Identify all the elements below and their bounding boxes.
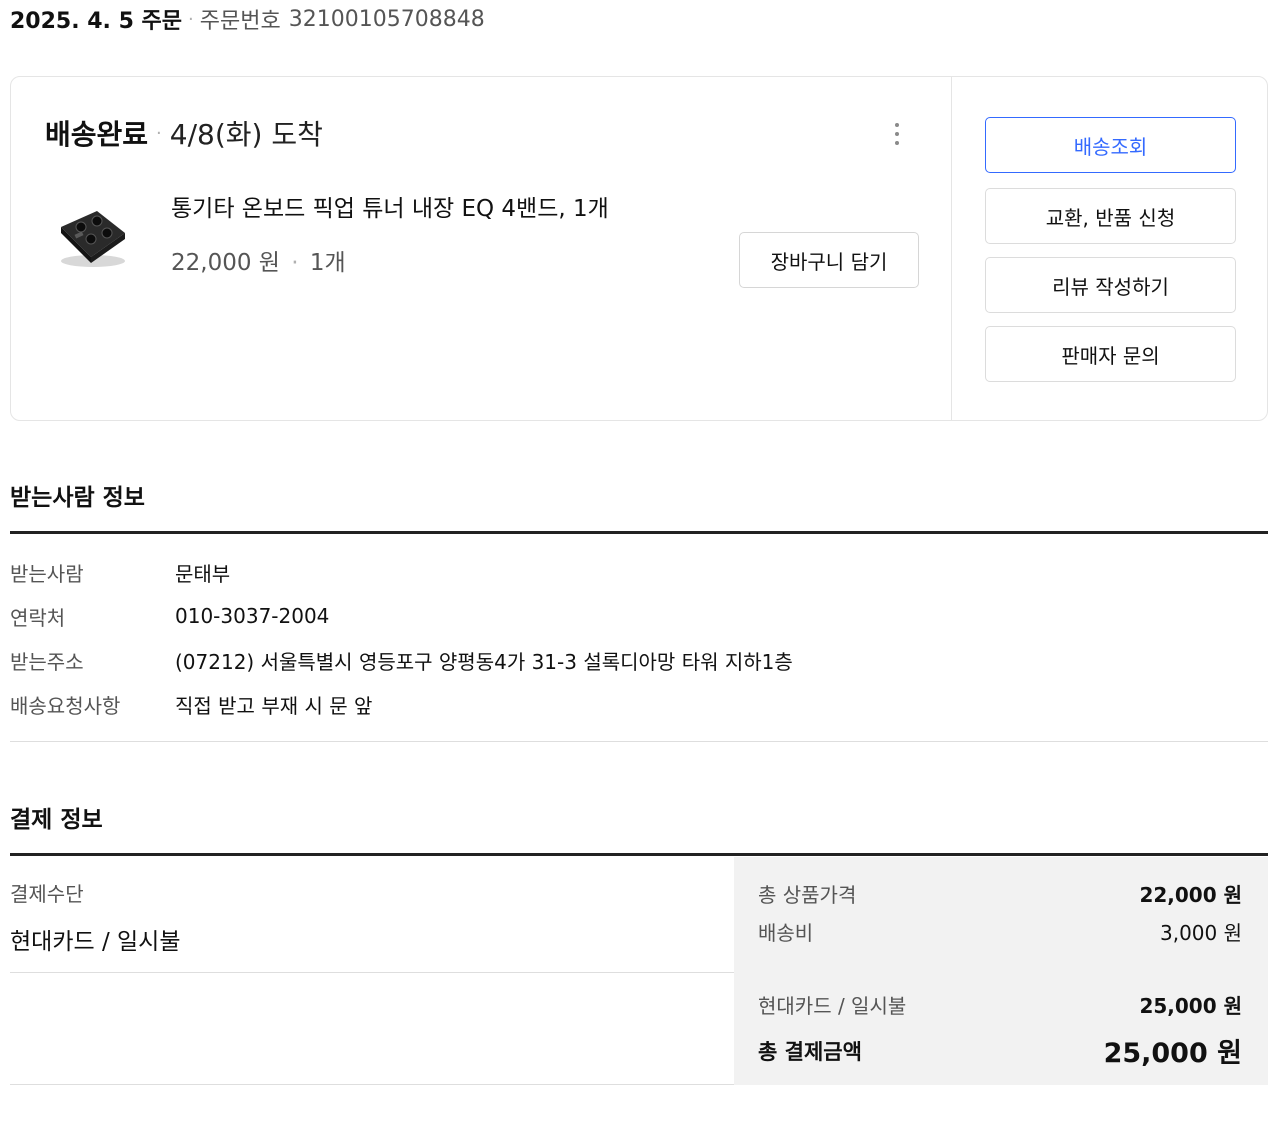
section-divider — [10, 531, 1268, 534]
card-payment-line: 현대카드 / 일시불 25,000 원 — [758, 990, 1242, 1019]
payment-method-label: 결제수단 — [10, 882, 84, 906]
order-header: 2025. 4. 5 주문 · 주문번호 32100105708848 — [10, 4, 485, 35]
total-payment-value: 25,000 원 — [1103, 1038, 1242, 1069]
product-name[interactable]: 통기타 온보드 픽업 튜너 내장 EQ 4밴드, 1개 — [171, 189, 609, 223]
delivery-request-value: 직접 받고 부재 시 문 앞 — [175, 693, 373, 718]
add-to-cart-button[interactable]: 장바구니 담기 — [739, 232, 919, 288]
payment-method-value: 현대카드 / 일시불 — [10, 929, 181, 955]
shipping-fee-line: 배송비 3,000 원 — [758, 917, 1242, 946]
separator-dot: · — [188, 8, 194, 30]
payment-section-title: 결제 정보 — [10, 807, 103, 833]
guitar-pickup-product-image — [61, 211, 125, 267]
delivery-request-label: 배송요청사항 — [10, 693, 121, 718]
card-payment-label: 현대카드 / 일시불 — [758, 994, 907, 1018]
separator-dot: · — [291, 250, 299, 276]
address-label: 받는주소 — [10, 649, 84, 674]
section-divider — [10, 853, 1268, 856]
total-payment-line: 총 결제금액 25,000 원 — [758, 1031, 1242, 1070]
write-review-button[interactable]: 리뷰 작성하기 — [985, 257, 1236, 313]
arrival-date: 4/8(화) 도착 — [169, 118, 323, 151]
track-delivery-button[interactable]: 배송조회 — [985, 117, 1236, 173]
recipient-row: 배송요청사항 직접 받고 부재 시 문 앞 — [10, 689, 372, 719]
product-price: 22,000 원 — [171, 250, 280, 276]
recipient-row: 받는주소 (07212) 서울특별시 영등포구 양평동4가 31-3 설록디아망… — [10, 645, 793, 675]
recipient-row: 연락처 010-3037-2004 — [10, 601, 329, 631]
address-value: (07212) 서울특별시 영등포구 양평동4가 31-3 설록디아망 타워 지… — [175, 649, 793, 674]
delivery-status-label: 배송완료 — [45, 118, 149, 151]
payment-left-divider — [10, 972, 734, 973]
recipient-name: 문태부 — [175, 561, 231, 586]
separator-dot: · — [156, 122, 162, 144]
items-price-label: 총 상품가격 — [758, 883, 857, 907]
order-number-label: 주문번호 — [199, 9, 281, 34]
delivery-status: 배송완료 · 4/8(화) 도착 — [45, 113, 323, 153]
recipient-name-label: 받는사람 — [10, 561, 84, 586]
total-payment-label: 총 결제금액 — [758, 1039, 862, 1064]
contact-value: 010-3037-2004 — [175, 604, 330, 628]
product-quantity: 1개 — [309, 250, 346, 276]
shipping-fee-value: 3,000 원 — [1159, 921, 1242, 945]
order-number: 32100105708848 — [288, 6, 485, 32]
card-payment-value: 25,000 원 — [1139, 994, 1242, 1018]
payment-summary: 총 상품가격 22,000 원 배송비 3,000 원 현대카드 / 일시불 2… — [734, 857, 1268, 1085]
order-date: 2025. 4. 5 주문 — [10, 9, 183, 34]
shipment-card: 배송완료 · 4/8(화) 도착 통기타 온보드 픽업 튜너 내장 EQ 4밴드… — [10, 76, 1268, 421]
recipient-section-title: 받는사람 정보 — [10, 485, 145, 511]
kebab-menu-icon[interactable] — [883, 117, 911, 151]
shipment-main: 배송완료 · 4/8(화) 도착 통기타 온보드 픽업 튜너 내장 EQ 4밴드… — [11, 77, 951, 420]
product-image[interactable] — [51, 195, 133, 277]
exchange-return-button[interactable]: 교환, 반품 신청 — [985, 188, 1236, 244]
seller-inquiry-button[interactable]: 판매자 문의 — [985, 326, 1236, 382]
shipping-fee-label: 배송비 — [758, 921, 814, 945]
product-price-line: 22,000 원 · 1개 — [171, 243, 346, 277]
recipient-row: 받는사람 문태부 — [10, 557, 230, 587]
section-divider — [10, 741, 1268, 742]
items-price-value: 22,000 원 — [1139, 883, 1242, 907]
contact-label: 연락처 — [10, 605, 66, 630]
items-price-line: 총 상품가격 22,000 원 — [758, 879, 1242, 908]
shipment-actions: 배송조회 교환, 반품 신청 리뷰 작성하기 판매자 문의 — [951, 77, 1267, 420]
